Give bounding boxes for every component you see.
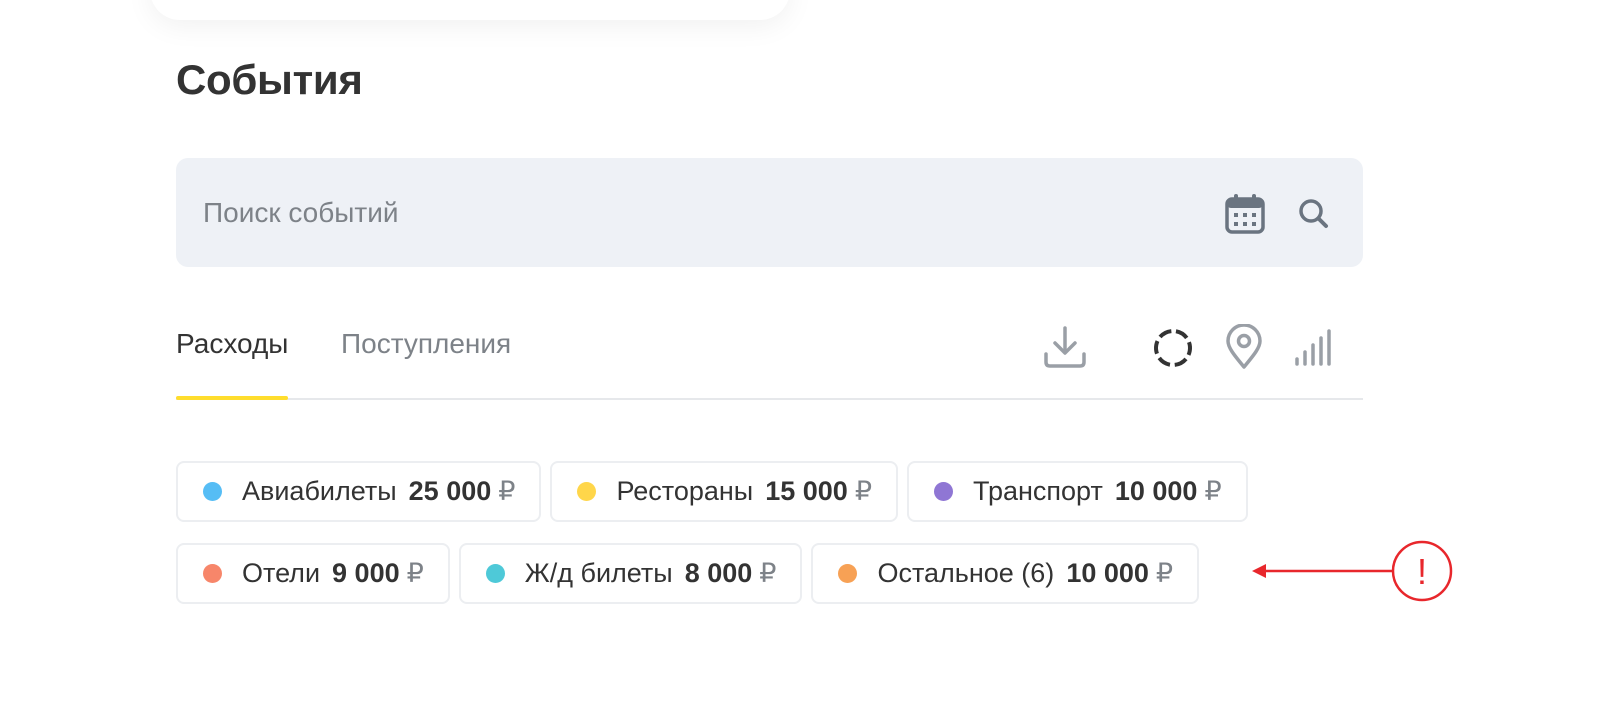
- chip-other[interactable]: Остальное (6) 10 000 ₽: [811, 543, 1200, 604]
- chip-row: Отели 9 000 ₽ Ж/д билеты 8 000 ₽ Остальн…: [176, 543, 1376, 604]
- chip-amount: 8 000: [684, 558, 753, 588]
- color-dot: [203, 482, 222, 501]
- bar-chart-icon[interactable]: [1292, 328, 1334, 370]
- color-dot: [203, 564, 222, 583]
- ruble-sign: ₽: [1204, 476, 1222, 506]
- chip-train-tickets[interactable]: Ж/д билеты 8 000 ₽: [458, 543, 803, 604]
- chip-amount: 15 000: [765, 476, 848, 506]
- exclamation-icon: !: [1417, 551, 1427, 592]
- tab-bar: Расходы Поступления: [176, 318, 1363, 400]
- ruble-sign: ₽: [406, 558, 424, 588]
- search-icon[interactable]: [1294, 194, 1334, 234]
- chip-flights[interactable]: Авиабилеты 25 000 ₽: [176, 461, 542, 522]
- top-card-shadow: [150, 0, 790, 20]
- chip-row: Авиабилеты 25 000 ₽ Рестораны 15 000 ₽ Т…: [176, 461, 1376, 522]
- download-icon[interactable]: [1042, 324, 1088, 370]
- chip-amount: 9 000: [332, 558, 400, 588]
- ruble-sign: ₽: [498, 476, 516, 506]
- chip-restaurants[interactable]: Рестораны 15 000 ₽: [550, 461, 898, 522]
- page-title: События: [176, 56, 363, 103]
- category-chips: Авиабилеты 25 000 ₽ Рестораны 15 000 ₽ Т…: [176, 461, 1376, 625]
- chip-amount: 10 000: [1114, 476, 1198, 506]
- chip-amount: 10 000: [1066, 558, 1149, 588]
- calendar-icon[interactable]: [1223, 192, 1267, 236]
- color-dot: [485, 564, 505, 583]
- chip-hotels[interactable]: Отели 9 000 ₽: [176, 543, 450, 604]
- chip-label: Остальное (6): [877, 558, 1055, 588]
- color-dot: [934, 482, 953, 501]
- arrow-head-icon: [1252, 564, 1266, 578]
- chip-amount: 25 000: [408, 476, 492, 506]
- color-dot: [838, 564, 858, 583]
- chip-label: Рестораны: [616, 476, 754, 506]
- tab-income[interactable]: Поступления: [341, 328, 511, 398]
- annotation-callout: !: [1252, 540, 1453, 602]
- search-bar: [176, 158, 1363, 267]
- color-dot: [577, 482, 597, 501]
- ruble-sign: ₽: [759, 558, 777, 588]
- search-input[interactable]: [203, 158, 1203, 267]
- chip-label: Транспорт: [973, 476, 1103, 506]
- chip-transport[interactable]: Транспорт 10 000 ₽: [907, 461, 1248, 522]
- events-page: События Расходы Пост: [0, 0, 1606, 716]
- map-pin-icon[interactable]: [1222, 323, 1266, 370]
- ruble-sign: ₽: [854, 476, 872, 506]
- chip-label: Авиабилеты: [242, 476, 397, 506]
- ruble-sign: ₽: [1155, 558, 1174, 588]
- tab-expenses[interactable]: Расходы: [176, 328, 289, 400]
- donut-chart-icon[interactable]: [1152, 327, 1194, 369]
- chip-label: Отели: [242, 558, 321, 588]
- chip-label: Ж/д билеты: [524, 558, 673, 588]
